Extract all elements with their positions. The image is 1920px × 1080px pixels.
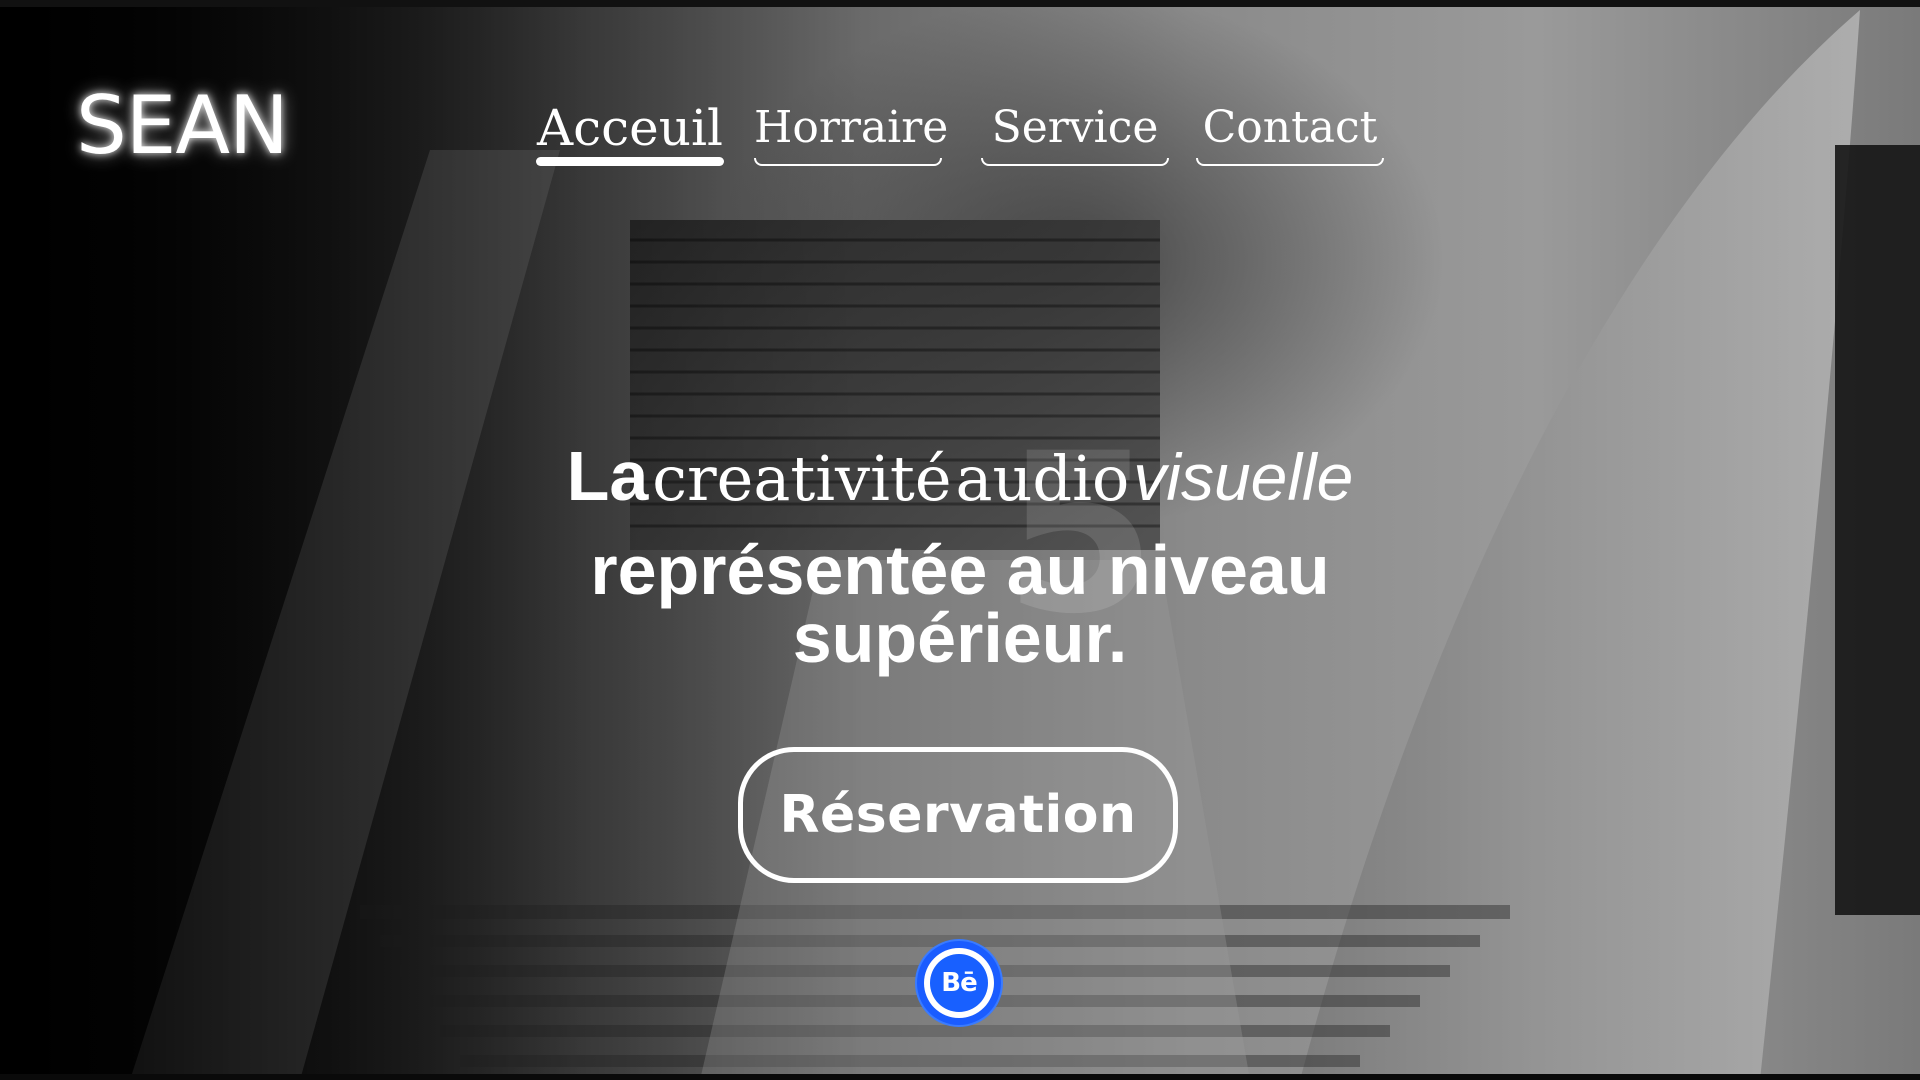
hero-line-1: La creativité audio visuelle [460, 436, 1460, 536]
hero-word-creativite: creativité [652, 442, 952, 515]
nav-underline [1196, 158, 1384, 166]
behance-icon[interactable]: Bē [917, 941, 1001, 1025]
top-edge-bar [0, 0, 1920, 7]
reservation-button-label: Réservation [779, 785, 1137, 845]
nav-item-service[interactable]: Service [981, 96, 1169, 166]
nav-item-acceuil[interactable]: Acceuil [536, 96, 724, 166]
hero-headline: La creativité audio visuelle représentée… [460, 436, 1460, 677]
hero-line-2: représentée au niveau [590, 531, 1330, 609]
nav-underline [754, 158, 942, 166]
behance-icon-ring: Bē [924, 948, 994, 1018]
main-nav: Acceuil Horraire Service Contact [0, 96, 1920, 176]
hero-word-visuelle: visuelle [1133, 440, 1354, 514]
page: 5 SEAN Acceuil Horraire Service Contact … [0, 0, 1920, 1080]
nav-item-horraire[interactable]: Horraire [754, 96, 949, 166]
hero-word-audio: audio [955, 442, 1130, 515]
hero-word-la: La [566, 437, 649, 515]
nav-underline [981, 158, 1169, 166]
hero-line-3: supérieur. [792, 599, 1128, 677]
nav-label: Contact [1202, 102, 1378, 153]
bottom-edge-bar [0, 1074, 1920, 1080]
nav-label: Service [991, 102, 1159, 153]
nav-label: Horraire [754, 102, 949, 153]
reservation-button[interactable]: Réservation [738, 747, 1178, 883]
nav-label: Acceuil [537, 99, 723, 157]
behance-icon-glyph: Bē [930, 954, 988, 1012]
nav-underline-active [536, 157, 724, 166]
nav-item-contact[interactable]: Contact [1196, 96, 1384, 166]
